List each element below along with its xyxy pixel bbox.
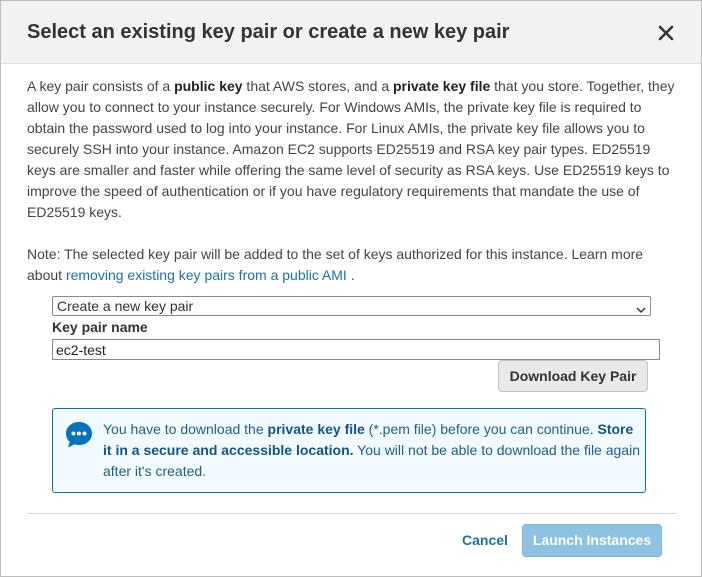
key-pair-mode-select[interactable]: Create a new key pair — [52, 296, 651, 316]
select-value: Create a new key pair — [57, 298, 194, 314]
info-text: (*.pem file) before you can continue. — [364, 421, 598, 437]
public-key-emphasis: public key — [174, 78, 243, 94]
key-pair-name-label: Key pair name — [52, 319, 148, 335]
note-paragraph: Note: The selected key pair will be adde… — [27, 244, 679, 286]
key-pair-dialog: Select an existing key pair or create a … — [0, 0, 702, 577]
chevron-down-icon — [636, 301, 646, 314]
key-pair-description: A key pair consists of a public key that… — [27, 76, 679, 223]
download-key-pair-button[interactable]: Download Key Pair — [498, 360, 648, 392]
removing-key-pairs-link[interactable]: removing existing key pairs from a publi… — [66, 267, 347, 283]
info-message: You have to download the private key fil… — [103, 419, 643, 482]
dialog-title: Select an existing key pair or create a … — [27, 21, 510, 43]
note-end: . — [346, 267, 355, 283]
launch-instances-button[interactable]: Launch Instances — [522, 524, 662, 557]
info-alert: You have to download the private key fil… — [52, 408, 646, 493]
info-emphasis: private key file — [267, 421, 365, 437]
description-text: A key pair consists of a — [27, 78, 175, 94]
key-pair-name-input[interactable] — [52, 339, 660, 360]
info-text: You have to download the — [103, 421, 268, 437]
close-icon[interactable] — [654, 21, 678, 45]
private-key-emphasis: private key file — [393, 78, 491, 94]
description-text: that you store. Together, they allow you… — [27, 78, 675, 220]
description-text: that AWS stores, and a — [242, 78, 393, 94]
speech-bubble-icon — [64, 420, 94, 450]
dialog-header: Select an existing key pair or create a … — [1, 1, 701, 64]
footer-divider — [27, 513, 677, 514]
cancel-button[interactable]: Cancel — [462, 532, 508, 548]
